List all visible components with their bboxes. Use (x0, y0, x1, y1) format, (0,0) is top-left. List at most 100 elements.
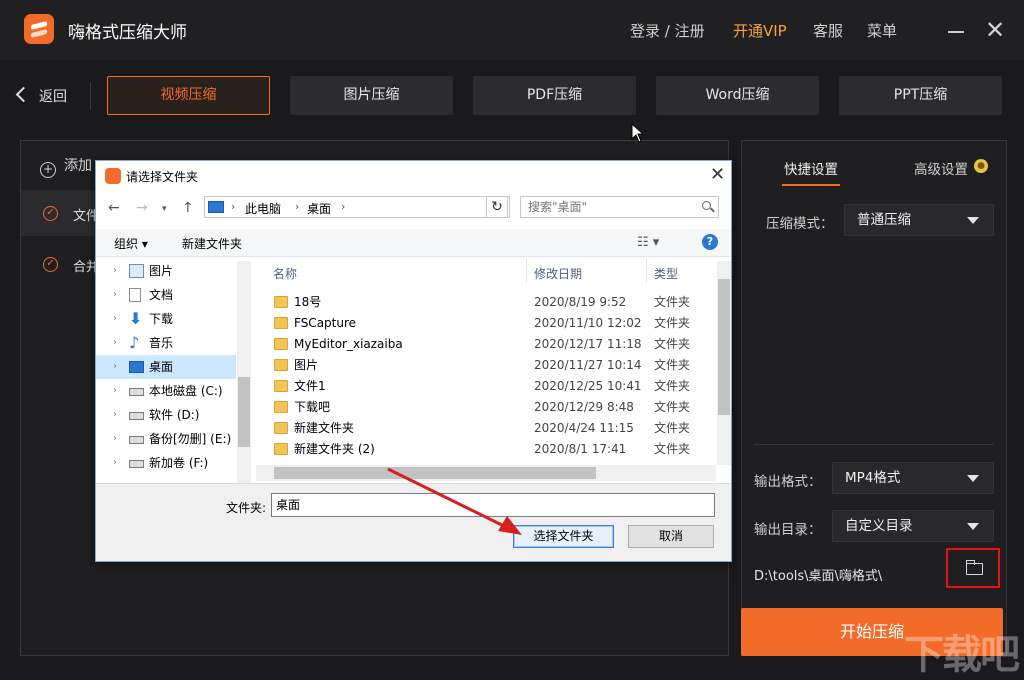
browse-folder-button[interactable] (946, 548, 1000, 588)
tree-item-drive-f[interactable]: › 新加卷 (F:) (96, 451, 236, 475)
breadcrumb-pc[interactable]: 此电脑 (245, 200, 281, 217)
close-icon[interactable]: ✕ (984, 18, 1006, 42)
back-button[interactable]: 返回 (15, 86, 67, 106)
back-label: 返回 (39, 89, 67, 105)
dialog-title: 请选择文件夹 (126, 170, 199, 184)
tab-pdf[interactable]: PDF压缩 (473, 76, 636, 115)
check-icon[interactable]: ✓ (43, 206, 58, 221)
folder-field[interactable]: 桌面 (271, 493, 715, 517)
tree-item-desktop[interactable]: › 桌面 (96, 355, 236, 379)
file-row[interactable]: FSCapture 2020/11/10 12:02 文件夹 (266, 313, 716, 334)
mode-select[interactable]: 普通压缩 (844, 204, 994, 236)
login-link[interactable]: 登录 / 注册 (630, 20, 705, 41)
tree-item-downloads[interactable]: › ⬇ 下载 (96, 307, 236, 331)
list-hscrollbar-thumb[interactable] (274, 467, 596, 479)
column-name[interactable]: 名称 (273, 265, 297, 282)
new-folder-button[interactable]: 新建文件夹 (182, 235, 242, 252)
file-date: 2020/12/17 11:18 (534, 337, 642, 351)
file-date: 2020/12/29 8:48 (534, 400, 634, 414)
column-date[interactable]: 修改日期 (534, 265, 582, 282)
file-type: 文件夹 (654, 295, 691, 309)
back-arrow-icon[interactable]: ← (108, 200, 120, 216)
tab-quick-settings[interactable]: 快捷设置 (784, 158, 838, 178)
file-row[interactable]: MyEditor_xiazaiba 2020/12/17 11:18 文件夹 (266, 334, 716, 355)
vip-badge-icon: ● (974, 159, 988, 173)
file-row[interactable]: 文件1 2020/12/25 10:41 文件夹 (266, 376, 716, 397)
folder-icon (274, 317, 288, 329)
tree-item-drive-d[interactable]: › 软件 (D:) (96, 403, 236, 427)
add-file-button[interactable]: + 添加 (40, 155, 92, 178)
file-date: 2020/4/24 11:15 (534, 421, 634, 435)
document-icon (129, 288, 141, 302)
forward-arrow-icon[interactable]: → (136, 200, 148, 216)
cancel-button[interactable]: 取消 (628, 525, 714, 548)
tab-video[interactable]: 视频压缩 (107, 76, 270, 115)
file-type: 文件夹 (654, 379, 691, 393)
close-icon[interactable]: ✕ (710, 164, 725, 185)
chevron-down-icon (967, 475, 979, 482)
music-icon: ♪ (129, 333, 140, 352)
folder-icon (274, 422, 288, 434)
list-scrollbar-thumb[interactable] (718, 279, 730, 415)
tab-image[interactable]: 图片压缩 (290, 76, 453, 115)
up-arrow-icon[interactable]: ↑ (182, 200, 194, 216)
search-placeholder: 搜索"桌面" (528, 200, 588, 214)
service-link[interactable]: 客服 (813, 20, 843, 41)
breadcrumb-desktop[interactable]: 桌面 (307, 200, 331, 217)
organize-button[interactable]: 组织 ▾ (114, 235, 148, 252)
check-icon[interactable]: ✓ (43, 257, 58, 272)
tree-item-label: 图片 (149, 264, 174, 278)
chevron-left-icon (15, 86, 32, 103)
help-icon[interactable]: ? (702, 234, 718, 250)
format-value: MP4格式 (845, 470, 901, 486)
divider (754, 444, 994, 445)
recent-chevron-icon[interactable]: ▾ (162, 204, 167, 214)
chevron-down-icon (967, 523, 979, 530)
refresh-icon[interactable]: ↻ (486, 196, 508, 218)
app-logo-icon (105, 168, 121, 184)
file-type: 文件夹 (654, 442, 691, 456)
column-type[interactable]: 类型 (654, 265, 678, 282)
divider (646, 259, 647, 283)
tree-item-drive-e[interactable]: › 备份[勿删] (E:) (96, 427, 236, 451)
tree-item-label: 文档 (149, 288, 174, 302)
file-row[interactable]: 18号 2020/8/19 9:52 文件夹 (266, 292, 716, 313)
file-name: 下载吧 (294, 400, 331, 414)
tree-scrollbar-thumb[interactable] (238, 377, 250, 447)
vip-link[interactable]: 开通VIP (733, 20, 787, 41)
tree-item-label: 备份[勿删] (E:) (149, 432, 232, 446)
tree-item-pictures[interactable]: › 图片 (96, 259, 236, 283)
format-select[interactable]: MP4格式 (832, 462, 994, 494)
dir-value: 自定义目录 (845, 518, 913, 534)
file-name: 新建文件夹 (2) (294, 442, 375, 456)
tree-item-music[interactable]: › ♪ 音乐 (96, 331, 236, 355)
tree-item-label: 软件 (D:) (149, 408, 200, 422)
tab-word[interactable]: Word压缩 (656, 76, 819, 115)
file-date: 2020/8/19 9:52 (534, 295, 627, 309)
tree-item-documents[interactable]: › 文档 (96, 283, 236, 307)
drive-icon (129, 388, 144, 396)
folder-field-label: 文件夹: (226, 501, 267, 515)
search-input[interactable]: 搜索"桌面" (520, 196, 719, 218)
file-row[interactable]: 新建文件夹 2020/4/24 11:15 文件夹 (266, 418, 716, 439)
menu-link[interactable]: 菜单 (867, 20, 897, 41)
file-row[interactable]: 下载吧 2020/12/29 8:48 文件夹 (266, 397, 716, 418)
divider (90, 82, 91, 110)
view-options-icon[interactable]: ☷ ▾ (637, 235, 659, 250)
file-row[interactable]: 新建文件夹 (2) 2020/8/1 17:41 文件夹 (266, 439, 716, 460)
chevron-right-icon: › (113, 337, 117, 348)
drive-icon (129, 460, 144, 468)
minimize-icon[interactable] (948, 31, 964, 33)
folder-icon (274, 401, 288, 413)
column-header: 名称 修改日期 类型 (266, 257, 732, 285)
tree-item-drive-c[interactable]: › 本地磁盘 (C:) (96, 379, 236, 403)
tab-advanced-settings[interactable]: 高级设置 (914, 158, 968, 178)
tab-ppt[interactable]: PPT压缩 (839, 76, 1002, 115)
file-row[interactable]: 图片 2020/11/27 10:14 文件夹 (266, 355, 716, 376)
dir-select[interactable]: 自定义目录 (832, 510, 994, 542)
tree-scrollbar[interactable] (237, 261, 251, 483)
address-bar[interactable]: › 此电脑 › 桌面 › ⌄ (204, 196, 510, 218)
select-folder-button[interactable]: 选择文件夹 (513, 525, 614, 548)
add-label: 添加 (64, 158, 92, 174)
folder-icon (274, 380, 288, 392)
